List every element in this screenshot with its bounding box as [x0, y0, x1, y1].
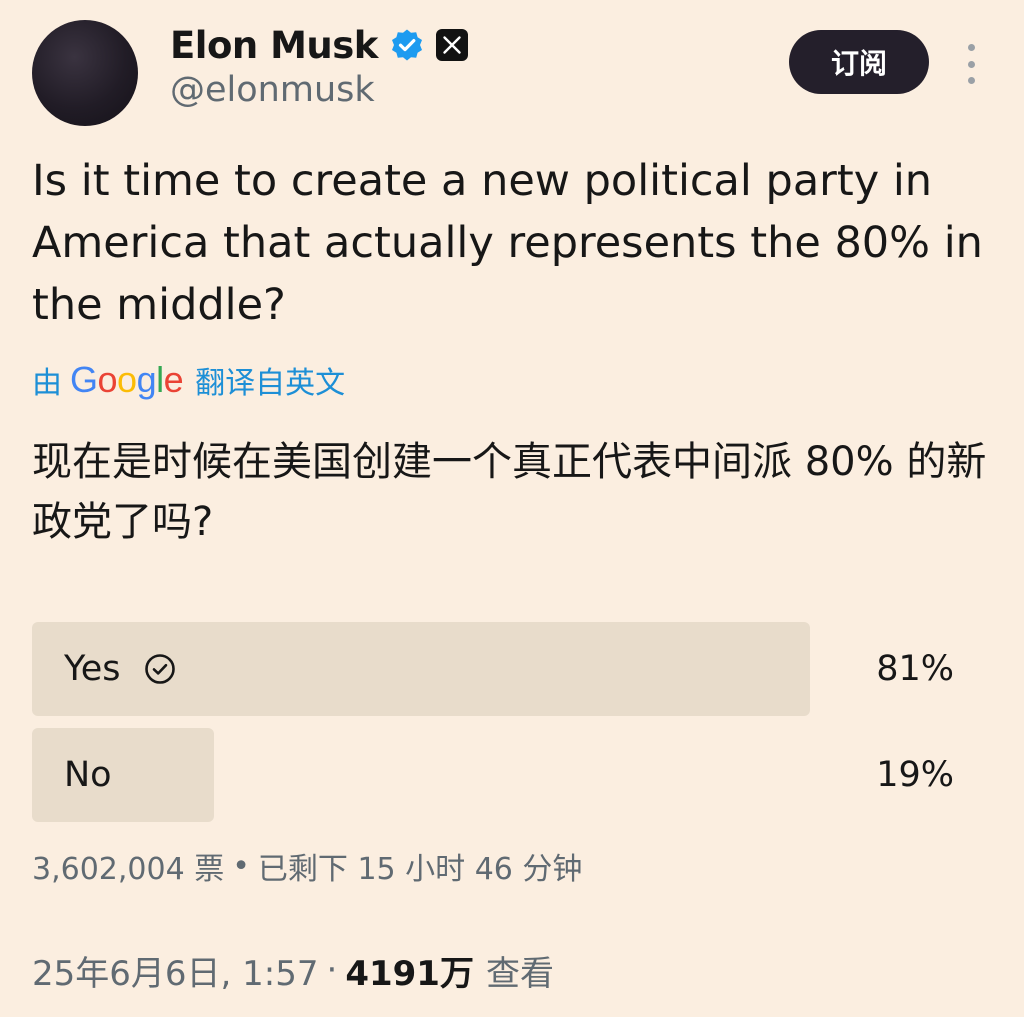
- separator-dot: •: [232, 848, 250, 884]
- x-logo-icon: [435, 29, 468, 61]
- tweet-meta: 25年6月6日, 1:57 · 4191万 查看: [32, 944, 554, 996]
- poll-option-label: Yes: [64, 649, 121, 689]
- google-logo: Google: [70, 359, 184, 400]
- poll-percent-no: 19%: [876, 755, 954, 795]
- check-circle-icon: [143, 652, 177, 686]
- verified-badge-icon: [390, 28, 424, 62]
- poll-percent-yes: 81%: [876, 649, 954, 689]
- author-handle[interactable]: @elonmusk: [170, 70, 375, 110]
- author-display-name[interactable]: Elon Musk: [170, 24, 378, 67]
- poll-option-no[interactable]: No 19%: [32, 728, 992, 822]
- tweet-text: Is it time to create a new political par…: [32, 156, 983, 330]
- translated-text: 现在是时候在美国创建一个真正代表中间派 80% 的新政党了吗?: [32, 439, 987, 545]
- views-count[interactable]: 4191万: [345, 946, 474, 995]
- subscribe-button[interactable]: 订阅: [789, 30, 929, 94]
- avatar[interactable]: [32, 20, 138, 126]
- tweet-timestamp[interactable]: 25年6月6日, 1:57: [32, 946, 319, 995]
- poll-votes: 3,602,004 票: [32, 852, 225, 887]
- views-label: 查看: [485, 953, 554, 994]
- poll: Yes 81% No 19%: [32, 622, 992, 834]
- more-vertical-icon[interactable]: [962, 44, 980, 84]
- poll-bar-no: [32, 728, 215, 822]
- separator-dot: ·: [326, 950, 338, 990]
- poll-option-yes[interactable]: Yes 81%: [32, 622, 992, 716]
- translation-attribution[interactable]: 由 Google 翻译自英文: [32, 358, 345, 402]
- translation-suffix: 翻译自英文: [195, 366, 346, 401]
- poll-time-left: 已剩下 15 小时 46 分钟: [257, 852, 583, 887]
- poll-option-label: No: [64, 755, 112, 795]
- author-name-row: Elon Musk: [170, 22, 468, 68]
- poll-meta: 3,602,004 票 • 已剩下 15 小时 46 分钟: [32, 843, 582, 889]
- translation-prefix: 由: [32, 366, 62, 401]
